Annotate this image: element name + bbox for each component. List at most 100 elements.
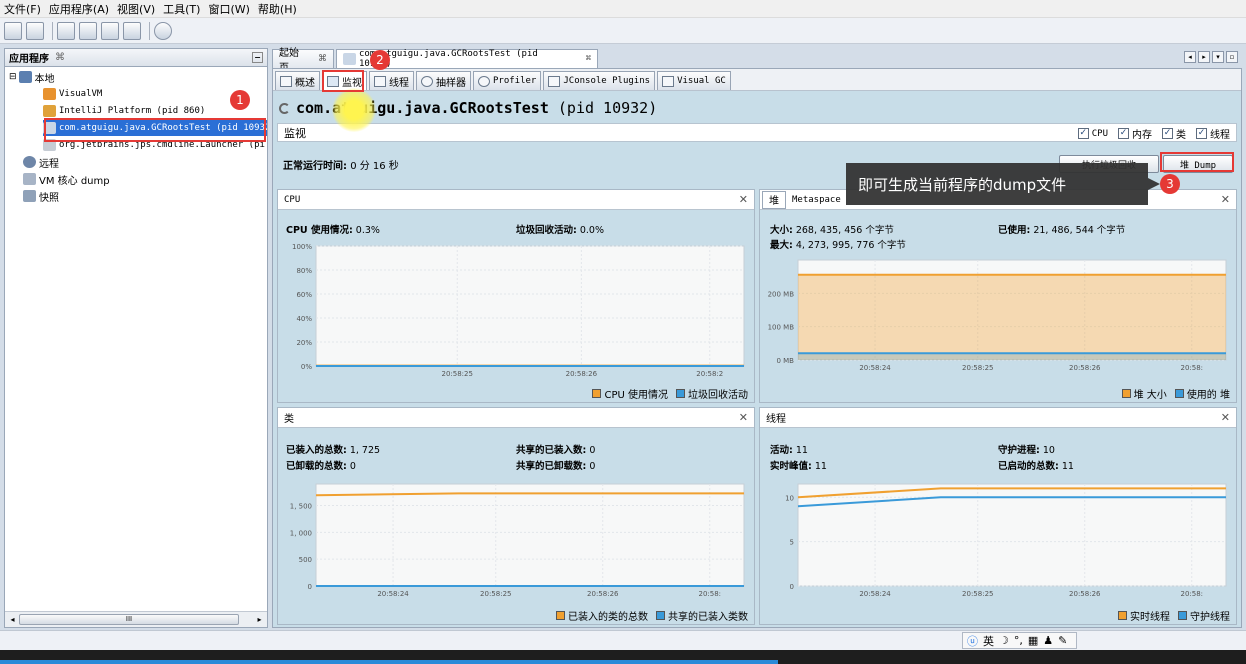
ime-user-icon[interactable]: ♟	[1043, 634, 1053, 647]
tab-overview[interactable]: 概述	[275, 71, 320, 90]
classes-loaded-value: 1, 725	[349, 445, 381, 456]
threads-live-value: 11	[795, 445, 808, 456]
tree-node-intellij[interactable]: IntelliJ Platform (pid 860)	[43, 103, 205, 119]
ime-moon-icon[interactable]: ☽	[999, 634, 1009, 647]
threads-started-value: 11	[1061, 461, 1074, 472]
monitor-checkboxes: ✓ CPU ✓ 内存 ✓ 类 ✓ 线程	[1068, 126, 1230, 141]
checkbox-classes-label: 类	[1176, 130, 1186, 141]
monitor-header: 监视 ✓ CPU ✓ 内存 ✓ 类 ✓ 线程	[277, 123, 1237, 142]
checkbox-cpu-box[interactable]: ✓	[1077, 128, 1089, 139]
threads-panel-title: 线程	[766, 414, 786, 425]
gc-activity-value: 0.0%	[579, 225, 604, 236]
x-tick-label: 20:58:26	[566, 370, 598, 378]
checkbox-classes-box[interactable]: ✓	[1162, 128, 1173, 139]
menu-view[interactable]: 视图(V)	[117, 1, 155, 17]
checkbox-classes[interactable]: ✓ 类	[1162, 126, 1186, 141]
tab-jconsole-plugins[interactable]: JConsole Plugins	[543, 71, 656, 90]
x-tick-label: 20:58:2	[696, 370, 723, 378]
legend-heap-used: 使用的 堆	[1186, 390, 1230, 401]
menu-file[interactable]: 文件(F)	[4, 1, 41, 17]
add-core-dump-icon[interactable]	[101, 21, 119, 40]
threads-peak: 实时峰值: 11	[770, 458, 827, 472]
tree-node-vm-dump[interactable]: VM 核心 dump	[23, 171, 110, 187]
checkbox-memory-box[interactable]: ✓	[1118, 128, 1129, 139]
horizontal-scrollbar[interactable]: ◂ III ▸	[5, 611, 267, 627]
menu-bar: 文件(F) 应用程序(A) 视图(V) 工具(T) 窗口(W) 帮助(H)	[0, 0, 1246, 18]
legend-swatch-orange	[1118, 611, 1127, 620]
scroll-right-icon[interactable]: ▸	[254, 614, 265, 625]
scroll-thumb[interactable]: III	[19, 614, 239, 625]
add-jmx-icon[interactable]	[57, 21, 75, 40]
tree-node-intellij-label: IntelliJ Platform (pid 860)	[59, 106, 206, 116]
legend-swatch-orange	[1121, 389, 1131, 398]
plot-area	[315, 245, 745, 367]
ime-toolbar[interactable]: ⓤ 英 ☽ °, ▦ ♟ ✎	[962, 632, 1078, 649]
maximize-icon[interactable]: ▫	[1226, 51, 1238, 63]
close-icon[interactable]: ✕	[739, 193, 748, 206]
tab-metaspace[interactable]: Metaspace	[792, 195, 841, 205]
tab-heap[interactable]: 堆	[762, 190, 786, 209]
heap-used-label: 已使用:	[998, 225, 1031, 236]
cpu-usage: CPU 使用情况: 0.3%	[286, 222, 380, 236]
tab-scroll-left-icon[interactable]: ◂	[1184, 51, 1196, 63]
checkbox-memory-label: 内存	[1132, 130, 1152, 141]
menu-application[interactable]: 应用程序(A)	[49, 1, 109, 17]
tree-node-remote[interactable]: 远程	[23, 154, 59, 170]
tree-node-snapshot[interactable]: 快照	[23, 188, 59, 204]
highlight-box-process	[44, 118, 266, 142]
threads-daemon-label: 守护进程:	[998, 445, 1040, 456]
tree-node-vm-dump-label: VM 核心 dump	[39, 175, 110, 187]
menu-help[interactable]: 帮助(H)	[258, 1, 297, 17]
computer-icon	[18, 71, 32, 83]
checkbox-cpu[interactable]: ✓ CPU	[1077, 128, 1108, 139]
checkbox-threads[interactable]: ✓ 线程	[1196, 126, 1230, 141]
clock-icon[interactable]	[154, 21, 172, 40]
tree-node-visualvm[interactable]: VisualVM	[43, 86, 102, 102]
tab-scroll-right-icon[interactable]: ▸	[1198, 51, 1210, 63]
ime-logo-icon[interactable]: ⓤ	[967, 633, 978, 649]
tab-visual-gc[interactable]: Visual GC	[657, 71, 731, 90]
threads-daemon: 守护进程: 10	[998, 442, 1055, 456]
menu-tools[interactable]: 工具(T)	[163, 1, 200, 17]
expand-icon[interactable]: ⊟	[9, 72, 17, 82]
shared-unloaded-value: 0	[589, 461, 596, 472]
add-remote-host-icon[interactable]	[79, 21, 97, 40]
ime-settings-icon[interactable]: ✎	[1058, 634, 1067, 647]
tab-jconsole-plugins-label: JConsole Plugins	[563, 76, 651, 86]
ime-punct-icon[interactable]: °,	[1014, 634, 1023, 647]
tab-profiler[interactable]: Profiler	[473, 71, 542, 90]
tab-start-page[interactable]: 起始页 ⌘	[272, 48, 334, 74]
save-icon[interactable]	[26, 21, 44, 40]
tab-close-icon[interactable]: ⌘	[318, 54, 327, 64]
tab-visual-gc-label: Visual GC	[677, 76, 726, 86]
scroll-left-icon[interactable]: ◂	[7, 614, 18, 625]
tab-threads[interactable]: 线程	[369, 71, 414, 90]
close-icon[interactable]: ✕	[1221, 193, 1230, 206]
shared-loaded-value: 0	[589, 445, 596, 456]
legend-swatch-blue	[1178, 611, 1187, 620]
minimize-icon[interactable]: −	[252, 52, 263, 63]
open-snapshot-icon[interactable]	[4, 21, 22, 40]
close-icon[interactable]: ✕	[1221, 411, 1230, 424]
menu-window[interactable]: 窗口(W)	[208, 1, 249, 17]
heap-max: 最大: 4, 273, 995, 776 个字节	[770, 237, 906, 251]
tab-sampler[interactable]: 抽样器	[416, 71, 471, 90]
x-tick-label: 20:58:24	[859, 590, 891, 598]
video-bottom-strip	[0, 650, 1246, 664]
panel-close-icon[interactable]: ⌘	[55, 52, 65, 63]
add-snapshot-icon[interactable]	[123, 21, 141, 40]
heap-panel: 堆 Metaspace ✕ 大小: 268, 435, 456 个字节 最大: …	[759, 189, 1237, 403]
checkbox-threads-box[interactable]: ✓	[1196, 128, 1207, 139]
tab-close-icon[interactable]: ⌘	[586, 54, 591, 64]
checkbox-memory[interactable]: ✓ 内存	[1118, 126, 1152, 141]
ime-language[interactable]: 英	[983, 633, 994, 649]
highlight-box-heap-dump	[1160, 152, 1234, 172]
threads-peak-label: 实时峰值:	[770, 461, 812, 472]
tab-list-icon[interactable]: ▾	[1212, 51, 1224, 63]
main-area: 概述 监视 线程 抽样器 Profiler JConsole Plugins V…	[272, 68, 1242, 628]
tree-node-local[interactable]: ⊟ 本地	[9, 69, 55, 85]
threads-chart: 10 5 0 20:58:24 20:58:25 20:58:26 20:58:	[785, 483, 1227, 598]
ime-keyboard-icon[interactable]: ▦	[1028, 634, 1038, 647]
legend-cpu-usage: CPU 使用情况	[604, 390, 668, 401]
close-icon[interactable]: ✕	[739, 411, 748, 424]
